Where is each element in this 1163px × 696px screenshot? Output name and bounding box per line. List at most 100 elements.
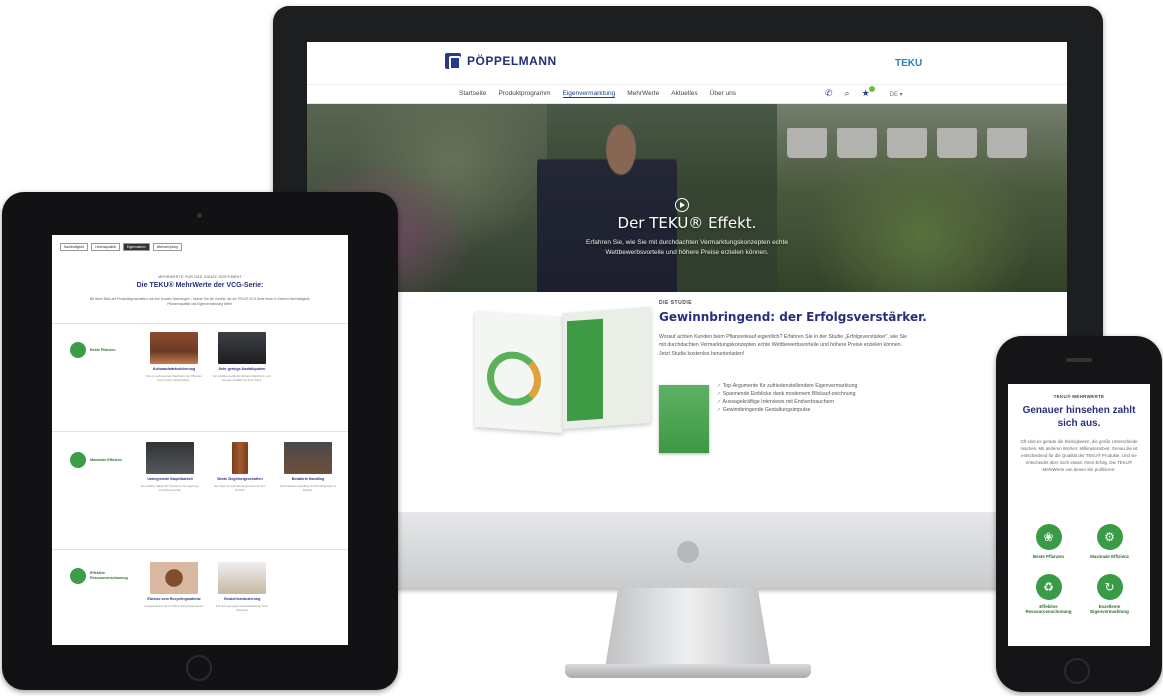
brand-name: PÖPPELMANN — [467, 54, 557, 68]
nav-item-ueber-uns[interactable]: Über uns — [710, 90, 736, 98]
feature-card[interactable]: Ebenso vom Recyclingmaterial Hergestellt… — [144, 562, 204, 608]
plant-icon: ❀ — [1035, 524, 1062, 550]
checklist-item: Aussagekräftige Interviews mit Endverbra… — [717, 398, 917, 406]
feature-card[interactable]: Beste Ziegelbeigeschaften Ein Topf mit o… — [210, 442, 270, 492]
category-label: Maximale Effizienz — [90, 457, 122, 462]
nav-item-startseite[interactable]: Startseite — [459, 90, 486, 98]
language-select[interactable]: DE ▾ — [890, 91, 903, 99]
category-label: Beste Pflanzen — [90, 347, 116, 352]
cart-icon[interactable]: ★ — [862, 86, 875, 99]
feature-card[interactable]: Unbegrenzte Stapelbarkeit Ein stabiler S… — [140, 442, 200, 492]
study-label: DIE STUDIE — [659, 300, 693, 306]
feature-image — [218, 562, 266, 594]
tablet-camera — [197, 213, 202, 218]
feature-card[interactable]: Gewichtsreduzierung Für eine geringere U… — [212, 562, 272, 612]
feature-title: Ebenso vom Recyclingmaterial — [147, 597, 201, 601]
feature-image — [232, 442, 248, 474]
phone-screen: TEKU® MEHRWERTE Genauer hinsehen zahlt s… — [1008, 384, 1150, 646]
tab-eigenmarken[interactable]: Eigenmarken — [122, 243, 150, 251]
feature-title: Gewichtsreduzierung — [223, 597, 261, 601]
donut-chart-graphic — [487, 349, 541, 408]
feature-image — [150, 562, 198, 594]
section-beste-pflanzen: Beste Pflanzen Kulturaufwärtssicherung F… — [52, 323, 348, 431]
benefit-item[interactable]: ❀ Beste Pflanzen — [1018, 524, 1079, 560]
play-icon[interactable] — [675, 198, 689, 212]
feature-text: Für eine geringere Umweltbelastung beim … — [216, 603, 268, 612]
phone-text: Oft sind es gerade die Kleinigkeiten, di… — [1020, 439, 1138, 473]
phone-benefits-grid: ❀ Beste Pflanzen ⚙ Maximale Effizienz ♻ … — [1018, 524, 1140, 615]
benefit-item[interactable]: ↻ Exzellente Eigenvermarktung — [1079, 573, 1140, 615]
feature-image — [284, 442, 332, 474]
marketing-icon: ↻ — [1096, 573, 1123, 600]
nav-item-produktprogramm[interactable]: Produktprogramm — [498, 90, 550, 98]
feature-title: Kulturaufwärtssicherung — [152, 367, 196, 371]
study-title: Gewinnbringend: der Erfolgsverstärker. — [659, 310, 927, 324]
feature-card[interactable]: Kulturaufwärtssicherung Für ein verbesse… — [144, 332, 204, 382]
category-label: Effektive Ressourcenschonung — [90, 571, 128, 580]
section-maximale-effizienz: Maximale Effizienz Unbegrenzte Stapelbar… — [52, 431, 348, 549]
checklist-item: Spannende Einblicke dank modernem Blicka… — [717, 390, 917, 398]
benefit-item[interactable]: ⚙ Maximale Effizienz — [1079, 524, 1140, 560]
feature-image — [150, 332, 198, 364]
study-checklist: Top-Argumente für zufriedenstellendere E… — [717, 382, 917, 414]
benefit-item[interactable]: ♻ Effektive Ressourcenschonung — [1018, 573, 1079, 615]
site-header: PÖPPELMANN TEKU — [307, 42, 1067, 84]
phone-speaker — [1066, 358, 1092, 362]
efficiency-icon — [70, 452, 86, 468]
feature-image — [146, 442, 194, 474]
feature-text: Hergestellt aus bis zu 100 % Recyclingma… — [144, 603, 204, 608]
nav-item-eigenvermarktung[interactable]: Eigenvermarktung — [562, 90, 616, 98]
feature-title: Sehr geringe Ausfallquoten — [218, 367, 266, 371]
efficiency-icon: ⚙ — [1096, 524, 1123, 550]
hero-title: Der TEKU® Effekt. — [617, 214, 757, 232]
feature-image — [218, 332, 266, 364]
feature-text: Ein Topf mit optimaler Ergonomie für den… — [214, 483, 266, 492]
tablet-intro: Mit Ihrem Blick auf Produkteigenschaften… — [89, 297, 311, 307]
checklist-item: Gewinnbringende Gestaltungsimpulse — [717, 406, 917, 414]
feature-card[interactable]: Bewährte Handling Durchdachtes Handling … — [278, 442, 338, 492]
phone-kicker: TEKU® MEHRWERTE — [1053, 394, 1105, 399]
tablet-home-button — [186, 655, 212, 681]
study-text: Worauf achten Kunden beim Pflanzenkauf e… — [659, 334, 907, 357]
hero-subtitle: Erfahren Sie, wie Sie mit durchdachten V… — [586, 239, 788, 256]
recycle-icon: ♻ — [1035, 573, 1062, 600]
brand-logo[interactable]: PÖPPELMANN — [445, 53, 557, 70]
search-icon[interactable]: ⌕ — [845, 88, 850, 99]
tablet-screen: Nachhaltigkeit Lebensqualität Eigenmarke… — [52, 235, 348, 645]
apple-logo-icon — [677, 541, 699, 563]
tab-wertschoepfung[interactable]: Wertschöpfung — [152, 243, 182, 251]
feature-title: Beste Ziegelbeigeschaften — [217, 477, 263, 481]
desktop-screen: PÖPPELMANN TEKU Startseite Produktprogra… — [307, 42, 1067, 512]
benefit-label: Maximale Effizienz — [1090, 554, 1129, 559]
study-cover-thumbnail[interactable] — [659, 385, 709, 453]
monitor-stand-base — [565, 664, 811, 678]
study-brochure-image — [475, 304, 655, 434]
hero-banner: Der TEKU® Effekt. Erfahren Sie, wie Sie … — [307, 104, 1067, 292]
monitor-stand — [605, 588, 771, 668]
feature-text: Ein stabiles Gefäß für sicheres Wachstum… — [213, 373, 271, 382]
plant-icon — [70, 342, 86, 358]
tablet-tab-bar: Nachhaltigkeit Lebensqualität Eigenmarke… — [60, 243, 182, 251]
teku-logo[interactable]: TEKU — [895, 58, 922, 69]
feature-text: Für ein verbessertes Wachstum der Pflanz… — [146, 373, 202, 382]
nav-item-aktuelles[interactable]: Aktuelles — [671, 90, 697, 98]
recycle-icon — [70, 568, 86, 584]
tablet-title: Die TEKU® MehrWerte der VCG-Serie: — [136, 282, 264, 289]
phone-home-button — [1064, 658, 1090, 684]
feature-card[interactable]: Sehr geringe Ausfallquoten Ein stabiles … — [212, 332, 272, 382]
benefit-label: Exzellente Eigenvermarktung — [1090, 603, 1129, 615]
tab-nachhaltigkeit[interactable]: Nachhaltigkeit — [60, 243, 89, 251]
benefit-label: Beste Pflanzen — [1032, 554, 1065, 559]
feature-title: Unbegrenzte Stapelbarkeit — [147, 477, 193, 481]
phone-icon[interactable]: ✆ — [825, 88, 833, 99]
tab-lebensqualitaet[interactable]: Lebensqualität — [91, 243, 120, 251]
nav-item-mehrwerte[interactable]: MehrWerte — [627, 90, 659, 98]
feature-text: Durchdachtes Handling für Ihre Mitarbeit… — [279, 483, 337, 492]
checklist-item: Top-Argumente für zufriedenstellendere E… — [717, 382, 917, 390]
tablet-kicker: MEHRWERTE FÜR DAS GANZE SORTIMENT — [158, 275, 242, 279]
main-nav: Startseite Produktprogramm Eigenvermarkt… — [307, 84, 1067, 104]
phone-title: Genauer hinsehen zahlt sich aus. — [1022, 405, 1136, 429]
feature-text: Ein stabiler Stapel für Transport und La… — [141, 483, 199, 492]
feature-title: Bewährte Handling — [291, 477, 325, 481]
section-ressourcenschonung: Effektive Ressourcenschonung Ebenso vom … — [52, 549, 348, 645]
